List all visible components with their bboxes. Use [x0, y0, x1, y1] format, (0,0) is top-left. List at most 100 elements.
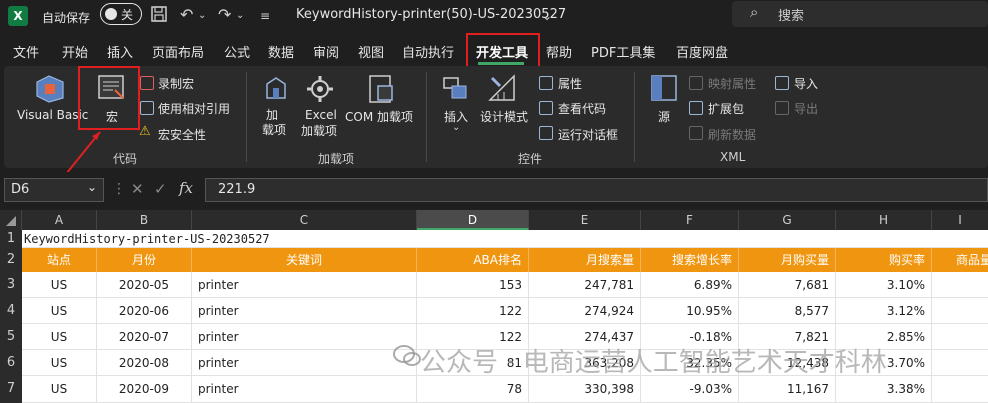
use-relative-reference-button[interactable]: 使用相对引用 — [158, 100, 230, 117]
autosave-toggle[interactable]: 关 — [100, 3, 142, 25]
header-cell-search-growth[interactable]: 搜索增长率 — [641, 248, 739, 272]
tab-view[interactable]: 视图 — [358, 42, 384, 61]
row-header[interactable]: 6 — [0, 350, 22, 376]
row-header[interactable]: 2 — [0, 248, 22, 272]
xml-source-button[interactable]: 源 — [658, 108, 670, 125]
sheet-title-cell[interactable]: KeywordHistory-printer-US-20230527 — [22, 230, 988, 248]
tab-pdf-tools[interactable]: PDF工具集 — [591, 42, 655, 61]
macro-security-button[interactable]: 宏安全性 — [158, 126, 206, 143]
tab-page-layout[interactable]: 页面布局 — [152, 42, 204, 61]
properties-button[interactable]: 属性 — [558, 75, 582, 92]
customize-qat-icon[interactable]: ≡ — [260, 9, 270, 23]
design-mode-button[interactable]: 设计模式 — [480, 108, 528, 125]
design-mode-icon[interactable] — [486, 72, 520, 108]
table-cell[interactable]: 2020-07 — [97, 324, 192, 350]
column-header-f[interactable]: F — [641, 210, 739, 230]
tab-formulas[interactable]: 公式 — [224, 42, 250, 61]
tab-help[interactable]: 帮助 — [546, 42, 572, 61]
record-macro-button[interactable]: 录制宏 — [158, 75, 194, 92]
table-cell[interactable]: 11,167 — [739, 376, 836, 403]
row-header[interactable]: 5 — [0, 324, 22, 350]
table-cell[interactable]: 2020-06 — [97, 298, 192, 324]
column-header-c[interactable]: C — [192, 210, 417, 230]
table-cell[interactable] — [932, 350, 988, 376]
header-cell-month[interactable]: 月份 — [97, 248, 192, 272]
table-cell[interactable]: 10.95% — [641, 298, 739, 324]
visual-basic-icon[interactable] — [33, 74, 67, 108]
table-cell[interactable] — [932, 272, 988, 298]
import-button[interactable]: 导入 — [794, 75, 818, 92]
insert-dropdown-icon[interactable]: ⌄ — [452, 122, 460, 133]
name-box-dropdown-icon[interactable]: ⌄ — [87, 180, 97, 194]
row-header[interactable]: 4 — [0, 298, 22, 324]
table-cell[interactable]: printer — [192, 376, 417, 403]
table-cell[interactable]: US — [22, 324, 97, 350]
tab-insert[interactable]: 插入 — [107, 42, 133, 61]
search-box[interactable]: ⌕ 搜索 — [732, 1, 988, 27]
view-code-button[interactable]: 查看代码 — [558, 100, 606, 117]
column-header-e[interactable]: E — [529, 210, 641, 230]
tab-review[interactable]: 审阅 — [313, 42, 339, 61]
column-header-a[interactable]: A — [22, 210, 97, 230]
header-cell-product-count[interactable]: 商品量 — [932, 248, 988, 272]
tab-baidu-netdisk[interactable]: 百度网盘 — [676, 42, 728, 61]
table-cell[interactable] — [932, 376, 988, 403]
xml-source-icon[interactable] — [650, 74, 678, 106]
undo-icon[interactable]: ↶ — [180, 5, 193, 24]
column-header-i[interactable]: I — [932, 210, 988, 230]
addins-icon[interactable] — [263, 74, 289, 108]
row-header[interactable]: 7 — [0, 376, 22, 403]
row-header[interactable]: 3 — [0, 272, 22, 298]
table-cell[interactable]: 274,924 — [529, 298, 641, 324]
excel-addins-gear-icon[interactable] — [305, 74, 335, 108]
table-cell[interactable]: US — [22, 272, 97, 298]
addins-button-line2[interactable]: 载项 — [262, 121, 286, 138]
more-options-icon[interactable]: ⋮ — [112, 181, 126, 197]
tab-file[interactable]: 文件 — [13, 42, 39, 61]
header-cell-site[interactable]: 站点 — [22, 248, 97, 272]
table-cell[interactable] — [932, 324, 988, 350]
name-box[interactable]: D6 ⌄ — [4, 178, 104, 202]
table-cell[interactable]: 122 — [417, 298, 529, 324]
redo-dropdown-icon[interactable]: ⌄ — [236, 10, 244, 21]
header-cell-aba-rank[interactable]: ABA排名 — [417, 248, 529, 272]
table-cell[interactable]: 3.38% — [836, 376, 932, 403]
insert-function-icon[interactable]: fx — [179, 179, 193, 197]
table-cell[interactable]: 8,577 — [739, 298, 836, 324]
tab-automate[interactable]: 自动执行 — [402, 42, 454, 61]
table-cell[interactable]: printer — [192, 324, 417, 350]
com-addins-icon[interactable] — [366, 74, 396, 108]
column-header-h[interactable]: H — [836, 210, 932, 230]
insert-control-icon[interactable] — [442, 74, 470, 106]
com-addins-button[interactable]: COM 加载项 — [345, 108, 413, 125]
table-cell[interactable]: US — [22, 376, 97, 403]
header-cell-monthly-purchase[interactable]: 月购买量 — [739, 248, 836, 272]
column-header-b[interactable]: B — [97, 210, 192, 230]
select-all-corner[interactable] — [0, 210, 22, 230]
table-cell[interactable]: 6.89% — [641, 272, 739, 298]
table-cell[interactable]: 3.10% — [836, 272, 932, 298]
header-cell-monthly-search[interactable]: 月搜索量 — [529, 248, 641, 272]
title-dropdown-icon[interactable]: ⌄ — [542, 9, 552, 23]
table-cell[interactable]: 2020-05 — [97, 272, 192, 298]
expansion-pack-button[interactable]: 扩展包 — [708, 100, 744, 117]
table-cell[interactable]: US — [22, 298, 97, 324]
run-dialog-button[interactable]: 运行对话框 — [558, 126, 618, 143]
table-cell[interactable]: printer — [192, 298, 417, 324]
table-cell[interactable]: -9.03% — [641, 376, 739, 403]
table-cell[interactable]: 2020-08 — [97, 350, 192, 376]
table-cell[interactable] — [932, 298, 988, 324]
excel-addins-line2[interactable]: 加载项 — [301, 122, 337, 139]
tab-home[interactable]: 开始 — [62, 42, 88, 61]
table-cell[interactable]: printer — [192, 350, 417, 376]
redo-icon[interactable]: ↷ — [218, 5, 231, 24]
formula-input[interactable]: 221.9 — [205, 178, 988, 202]
table-cell[interactable]: 153 — [417, 272, 529, 298]
table-cell[interactable]: 78 — [417, 376, 529, 403]
table-cell[interactable]: 330,398 — [529, 376, 641, 403]
table-cell[interactable]: 2020-09 — [97, 376, 192, 403]
cancel-icon[interactable]: ✕ — [131, 180, 144, 198]
table-cell[interactable]: 3.12% — [836, 298, 932, 324]
header-cell-keyword[interactable]: 关键词 — [192, 248, 417, 272]
table-cell[interactable]: printer — [192, 272, 417, 298]
